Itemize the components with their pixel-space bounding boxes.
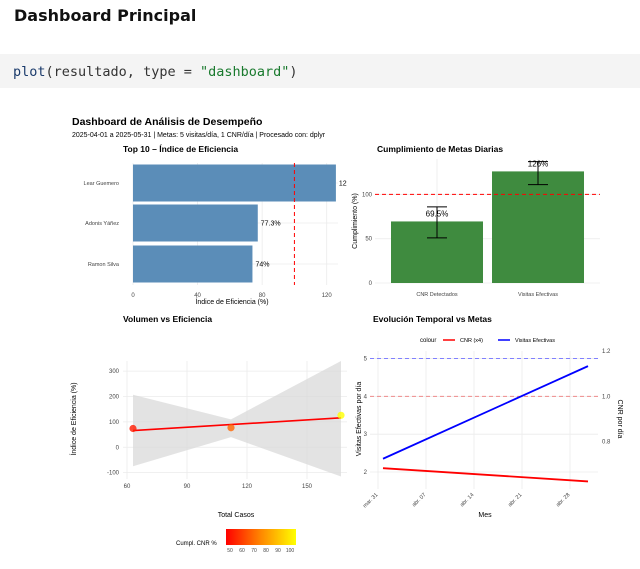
panel-top-efficiency: Top 10 – Índice de Eficiencia 0 40 80 120 L… (84, 144, 347, 306)
color-legend: Cumpl. CNR % 50 60 70 80 90 100 (176, 529, 296, 554)
bar-value-label: 77.3% (261, 221, 281, 228)
confidence-band (133, 361, 341, 477)
page-title: Dashboard Principal (14, 6, 197, 25)
code-line: plot(resultado, type = "dashboard") (13, 64, 298, 80)
x-tick-label: 120 (242, 484, 253, 490)
legend-tick-label: 50 (227, 548, 233, 554)
y-tick-label: Lear Guemero (84, 181, 119, 187)
panel-title: Evolución Temporal vs Metas (373, 314, 492, 324)
legend-tick-label: 90 (275, 548, 281, 554)
x-tick-label: 60 (124, 484, 131, 490)
panel-volume-vs-efficiency: Volumen vs Eficiencia -100 0 100 200 300 60 90… (69, 314, 347, 554)
y-axis-label: Cumplimiento (%) (352, 193, 359, 249)
x-axis-label: Total Casos (218, 512, 255, 519)
dashboard-title: Dashboard de Análisis de Desempeño (72, 116, 262, 128)
panel-temporal-evolution: Evolución Temporal vs Metas colour CNR (… (356, 314, 623, 519)
bar-value-label: 12 (339, 181, 347, 188)
code-string-value: "dashboard" (199, 64, 290, 80)
x-tick-label: 90 (184, 484, 191, 490)
x-tick-label: 120 (322, 293, 333, 299)
y-axis-label-right: CNR por día (616, 400, 623, 439)
x-tick-label: abr. 14 (459, 492, 475, 508)
panel-title: Volumen vs Eficiencia (123, 314, 212, 324)
y-tick-label: 0 (116, 445, 120, 451)
bar (133, 204, 258, 242)
dashboard-subtitle: 2025-04-01 a 2025-05-31 | Metas: 5 visit… (72, 132, 326, 139)
y-tick-label: 0 (369, 281, 373, 287)
legend-tick-label: 60 (239, 548, 245, 554)
y-axis-label: Visitas Efectivas por día (356, 382, 363, 457)
y-tick-label: Adonis Yáñez (85, 221, 119, 227)
legend-tick-label: 80 (263, 548, 269, 554)
scatter-point (129, 424, 137, 433)
code-args-open: (resultado, (45, 64, 144, 80)
x-tick-label: mar. 31 (362, 492, 379, 509)
y-tick-label: 300 (109, 369, 120, 375)
line-legend: colour CNR (x4) Visitas Efectivas (420, 338, 555, 344)
x-axis-label: Índice de Eficiencia (%) (195, 297, 268, 306)
scatter-point (227, 424, 235, 432)
y-tick-label: 5 (364, 357, 368, 363)
y-tick-label: 100 (362, 192, 373, 198)
legend-title: Cumpl. CNR % (176, 541, 217, 547)
y-tick-label: 2 (364, 470, 368, 476)
y-right-tick-label: 1.2 (602, 349, 611, 355)
legend-tick-label: 100 (286, 548, 295, 554)
y-right-tick-label: 0.8 (602, 440, 611, 446)
dashboard-figure: Dashboard de Análisis de Desempeño 2025-… (69, 116, 623, 554)
x-tick-label: 150 (302, 484, 313, 490)
y-tick-label: Ramon Silva (88, 262, 120, 268)
y-tick-label: 50 (365, 237, 372, 243)
code-args-close: ) (289, 64, 298, 80)
code-function: plot (13, 64, 46, 80)
y-axis-label: Índice de Eficiencia (%) (69, 382, 78, 455)
x-axis-label: Mes (478, 512, 492, 519)
x-tick-label: 0 (131, 293, 135, 299)
panel-title: Top 10 – Índice de Eficiencia (123, 144, 238, 154)
x-tick-label: CNR Detectados (416, 292, 458, 298)
y-tick-label: -100 (107, 471, 120, 477)
bar (133, 245, 253, 283)
legend-colorbar (226, 529, 296, 545)
y-right-tick-label: 1.0 (602, 394, 611, 400)
bar-value-label: 74% (255, 262, 269, 269)
bar-value-label: 69.5% (426, 209, 449, 218)
y-tick-label: 3 (364, 432, 368, 438)
y-tick-label: 200 (109, 395, 120, 401)
x-tick-label: abr. 21 (507, 492, 523, 508)
y-tick-label: 4 (364, 394, 368, 400)
x-tick-label: abr. 28 (555, 492, 571, 508)
legend-title: colour (420, 338, 436, 344)
bar-value-label: 126% (528, 159, 548, 168)
series-line (382, 467, 589, 483)
code-block: plot(resultado, type = "dashboard") (0, 54, 640, 88)
panel-goal-compliance: Cumplimiento de Metas Diarias 0 50 100 69.… (352, 144, 600, 298)
panel-title: Cumplimiento de Metas Diarias (377, 144, 503, 154)
x-tick-label: abr. 07 (411, 492, 427, 508)
code-equals: = (175, 64, 200, 80)
legend-label-visitas: Visitas Efectivas (515, 338, 555, 344)
series-line (382, 365, 589, 460)
x-tick-label: Visitas Efectivas (518, 292, 558, 298)
scatter-point (337, 411, 345, 419)
legend-label-cnr: CNR (x4) (460, 338, 483, 344)
bar (492, 171, 584, 283)
code-arg-name: type (143, 64, 176, 80)
bar (133, 164, 336, 202)
y-tick-label: 100 (109, 420, 120, 426)
legend-tick-label: 70 (251, 548, 257, 554)
